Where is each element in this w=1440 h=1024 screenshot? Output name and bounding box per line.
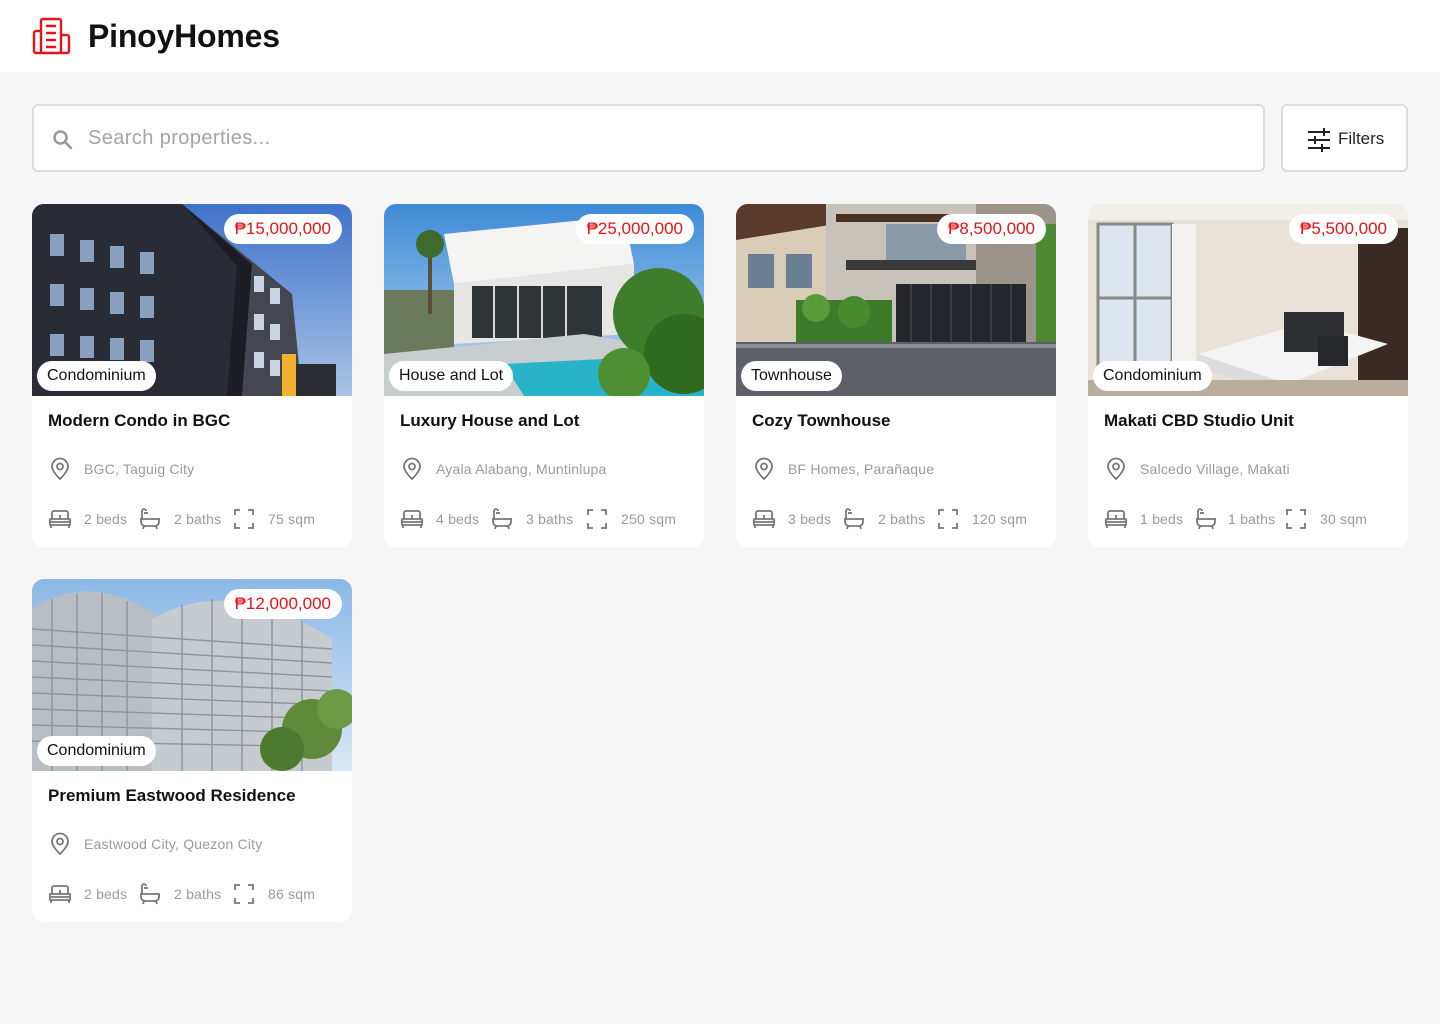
property-photo[interactable]: ₱15,000,000 Condominium (32, 204, 352, 396)
property-location: Ayala Alabang, Muntinlupa (436, 461, 607, 477)
price-badge: ₱15,000,000 (223, 214, 342, 244)
area-icon (234, 509, 254, 529)
search-bar[interactable] (32, 104, 1265, 172)
property-photo[interactable]: ₱8,500,000 Townhouse (736, 204, 1056, 396)
price-badge: ₱25,000,000 (575, 214, 694, 244)
property-type-badge: House and Lot (389, 361, 514, 391)
map-pin-icon (755, 457, 773, 481)
property-title[interactable]: Luxury House and Lot (400, 410, 579, 432)
property-photo[interactable]: ₱25,000,000 House and Lot (384, 204, 704, 396)
bed-icon (401, 510, 423, 528)
property-type-badge: Condominium (1093, 361, 1212, 391)
price-badge: ₱12,000,000 (223, 589, 342, 619)
beds-count: 3 beds (788, 511, 832, 527)
sliders-icon (1308, 128, 1330, 152)
property-location: Salcedo Village, Makati (1140, 461, 1290, 477)
bed-icon (753, 510, 775, 528)
property-photo[interactable]: ₱5,500,000 Condominium (1088, 204, 1408, 396)
property-card[interactable]: ₱15,000,000 Condominium Modern Condo in … (32, 204, 352, 547)
property-card[interactable]: ₱8,500,000 Townhouse Cozy Townhouse BF H… (736, 204, 1056, 547)
property-location: BGC, Taguig City (84, 461, 195, 477)
area-size: 30 sqm (1320, 511, 1368, 527)
property-type-badge: Townhouse (741, 361, 842, 391)
baths-count: 2 baths (174, 886, 222, 902)
property-type-badge: Condominium (37, 361, 156, 391)
search-icon (53, 130, 73, 150)
property-title[interactable]: Makati CBD Studio Unit (1104, 410, 1294, 432)
property-photo[interactable]: ₱12,000,000 Condominium (32, 579, 352, 771)
property-card[interactable]: ₱5,500,000 Condominium Makati CBD Studio… (1088, 204, 1408, 547)
beds-count: 2 beds (84, 511, 128, 527)
bath-icon (1196, 508, 1216, 530)
beds-count: 1 beds (1140, 511, 1184, 527)
bed-icon (49, 885, 71, 903)
property-type-badge: Condominium (37, 736, 156, 766)
map-pin-icon (51, 832, 69, 856)
app-header: PinoyHomes (0, 0, 1440, 72)
area-icon (234, 884, 254, 904)
property-card[interactable]: ₱25,000,000 House and Lot Luxury House a… (384, 204, 704, 547)
area-size: 120 sqm (972, 511, 1028, 527)
baths-count: 1 baths (1228, 511, 1276, 527)
map-pin-icon (1107, 457, 1125, 481)
property-location: BF Homes, Parañaque (788, 461, 935, 477)
beds-count: 4 beds (436, 511, 480, 527)
baths-count: 2 baths (174, 511, 222, 527)
building-icon[interactable] (32, 17, 72, 55)
bath-icon (140, 883, 160, 905)
area-size: 75 sqm (268, 511, 316, 527)
area-icon (1286, 509, 1306, 529)
property-title[interactable]: Modern Condo in BGC (48, 410, 230, 432)
area-size: 86 sqm (268, 886, 316, 902)
brand-name[interactable]: PinoyHomes (88, 16, 280, 56)
price-badge: ₱8,500,000 (937, 214, 1046, 244)
bed-icon (1105, 510, 1127, 528)
baths-count: 3 baths (526, 511, 574, 527)
baths-count: 2 baths (878, 511, 926, 527)
area-size: 250 sqm (621, 511, 677, 527)
beds-count: 2 beds (84, 886, 128, 902)
map-pin-icon (51, 457, 69, 481)
bath-icon (492, 508, 512, 530)
filters-label: Filters (1338, 129, 1385, 148)
property-location: Eastwood City, Quezon City (84, 836, 263, 852)
area-icon (587, 509, 607, 529)
property-title[interactable]: Premium Eastwood Residence (48, 785, 296, 807)
search-input[interactable] (88, 106, 1248, 170)
filters-button[interactable]: Filters (1281, 104, 1408, 172)
bed-icon (49, 510, 71, 528)
area-icon (938, 509, 958, 529)
bath-icon (140, 508, 160, 530)
property-card[interactable]: ₱12,000,000 Condominium Premium Eastwood… (32, 579, 352, 922)
price-badge: ₱5,500,000 (1289, 214, 1398, 244)
map-pin-icon (403, 457, 421, 481)
property-title[interactable]: Cozy Townhouse (752, 410, 891, 432)
bath-icon (844, 508, 864, 530)
